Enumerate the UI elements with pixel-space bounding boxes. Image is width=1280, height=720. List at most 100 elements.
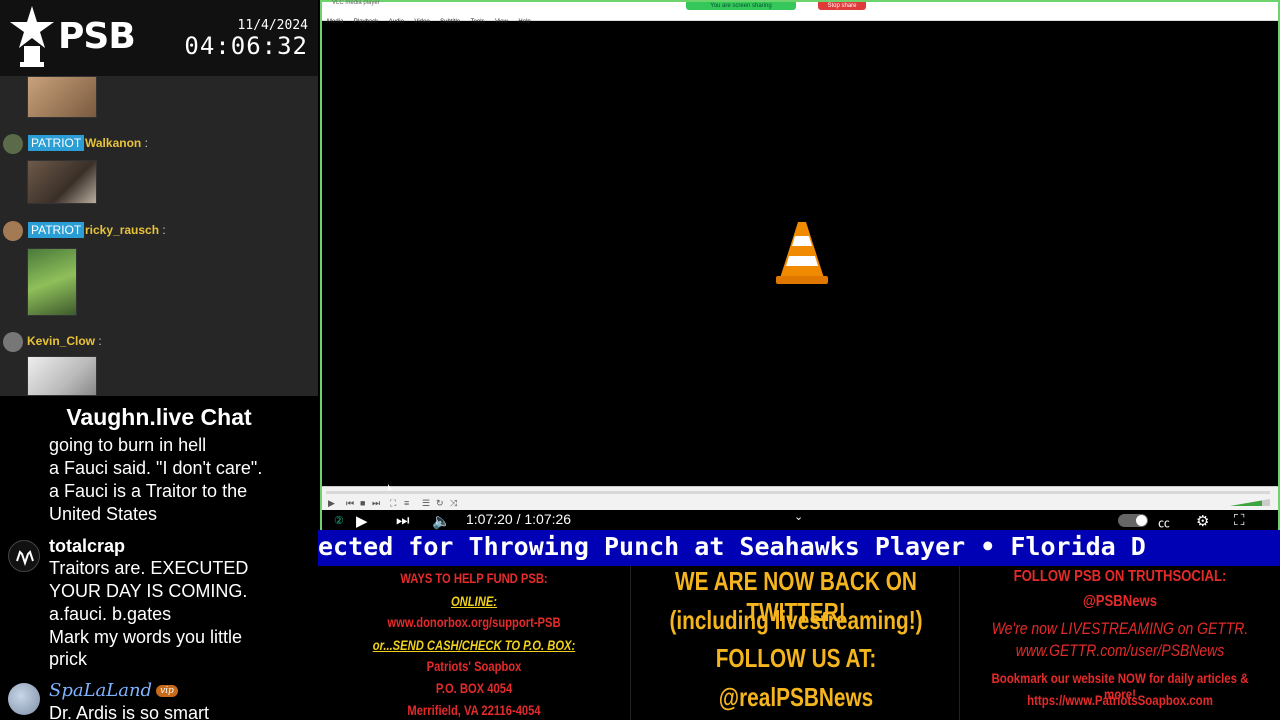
vlc-menubar: Media Playback Audio Video Subtitle Tool… <box>322 10 1278 25</box>
news-ticker: ected for Throwing Punch at Seahawks Pla… <box>318 530 1280 566</box>
avatar <box>3 221 23 241</box>
menu-audio[interactable]: Audio <box>389 17 404 28</box>
vlc-fullscreen-icon[interactable]: ⛶ <box>390 498 396 509</box>
avatar <box>8 683 40 715</box>
menu-media[interactable]: Media <box>327 17 343 28</box>
chat-message-line: Mark my words you little <box>49 627 243 647</box>
chat-message-line: Dr. Ardis is so smart <box>49 703 210 720</box>
menu-subtitle[interactable]: Subtitle <box>440 17 460 28</box>
info-panels: WAYS TO HELP FUND PSB: ONLINE: www.donor… <box>318 566 1280 720</box>
menu-list: Media Playback Audio Video Subtitle Tool… <box>324 10 534 28</box>
truth-handle: @PSBNews <box>1082 593 1158 610</box>
stream-clock: 04:06:32 <box>184 32 308 60</box>
vlc-shuffle-icon[interactable]: ⤨ <box>450 498 457 509</box>
chat-username: ricky_rausch : <box>85 223 166 237</box>
truthsocial-panel: FOLLOW PSB ON TRUTHSOCIAL: @PSBNews We'r… <box>960 566 1280 720</box>
fund-address-3: Merrifield, VA 22116-4054 <box>407 702 541 718</box>
fund-address-2: P.O. BOX 4054 <box>435 680 513 696</box>
gettr-line-2: www.GETTR.com/user/PSBNews <box>1015 641 1225 660</box>
vlc-prev-icon[interactable]: ⏮ <box>346 498 354 509</box>
patriot-badge: PATRIOT <box>28 135 85 151</box>
vlc-cone-icon <box>776 222 828 284</box>
skip-next-icon[interactable]: ⏭ <box>396 512 410 529</box>
twitter-line-2: (including livestreaming!) <box>669 605 923 635</box>
chat-username: totalcrap <box>49 536 126 556</box>
menu-help[interactable]: Help <box>518 17 530 28</box>
menu-playback[interactable]: Playback <box>354 17 378 28</box>
vlc-next-icon[interactable]: ⏭ <box>372 498 380 509</box>
fund-online-label: ONLINE: <box>450 593 498 609</box>
stop-share-button[interactable]: Stop share <box>818 2 866 10</box>
chat-message-line: YOUR DAY IS COMING. <box>49 581 248 601</box>
volume-icon[interactable]: 🔈 <box>432 512 451 530</box>
twitter-panel: WE ARE NOW BACK ON TWITTER! (including l… <box>630 566 960 720</box>
fund-online-url: www.donorbox.org/support-PSB <box>387 614 561 630</box>
vlc-window: VLC media player You are screen sharing … <box>320 0 1280 532</box>
avatar <box>3 134 23 154</box>
username-text: Kevin_Clow <box>27 334 96 348</box>
vlc-titlebar: VLC media player You are screen sharing … <box>322 0 1278 10</box>
website-line-2: https://www.PatriotsSoapbox.com <box>1027 692 1213 708</box>
stream-date: 11/4/2024 <box>237 18 308 33</box>
seek-track <box>326 491 1270 494</box>
chat-image-gif <box>27 160 97 204</box>
vlc-window-title: VLC media player <box>332 0 380 6</box>
chevron-down-icon[interactable]: ⌄ <box>794 510 803 523</box>
patriot-badge: PATRIOT <box>28 222 85 238</box>
player-time: 1:07:20 / 1:07:26 <box>466 511 572 527</box>
chat-image-dog <box>27 76 97 118</box>
vlc-stop-icon[interactable]: ■ <box>360 498 365 508</box>
captions-icon[interactable]: ㏄ <box>1158 514 1170 531</box>
chat-username: SpaLaLand vip <box>49 680 178 701</box>
vaughn-chat-panel: Vaughn.live Chat going to burn in hell a… <box>0 396 318 720</box>
psb-star-logo-icon <box>10 6 54 67</box>
vlc-controls: ▶ ⏮ ■ ⏭ ⛶ ≡ ☰ ↻ ⤨ <box>322 496 1278 510</box>
screen: PSB 11/4/2024 04:06:32 PATRIOT Walkanon … <box>0 0 1280 720</box>
chat-username: Walkanon : <box>85 136 148 150</box>
headphones-icon <box>16 550 34 567</box>
fund-panel: WAYS TO HELP FUND PSB: ONLINE: www.donor… <box>318 566 630 720</box>
chat-message-line: prick <box>49 649 88 669</box>
chat-image-robot <box>27 248 77 316</box>
vlc-seek-bar[interactable] <box>322 486 1278 496</box>
vlc-volume-slider[interactable] <box>1230 499 1270 506</box>
fund-address-1: Patriots' Soapbox <box>426 658 522 674</box>
autoplay-toggle[interactable] <box>1118 514 1148 527</box>
avatar <box>3 332 23 352</box>
chat-message-line: a.fauci. b.gates <box>49 604 172 624</box>
username-text: Walkanon <box>85 136 142 150</box>
screen-share-indicator: You are screen sharing <box>686 2 796 10</box>
avatar <box>8 540 40 572</box>
player-control-bar: ② ▶ ⏭ 🔈 1:07:20 / 1:07:26 ⌄ ㏄ ⚙ ⛶ <box>322 510 1278 532</box>
chat-message-line: going to burn in hell <box>49 435 207 455</box>
vlc-play-icon[interactable]: ▶ <box>328 498 335 509</box>
brand-logo-text: PSB <box>58 16 136 57</box>
chat-message-line: United States <box>49 504 158 524</box>
player-badge-icon: ② <box>334 515 344 527</box>
username-text: SpaLaLand <box>49 680 153 701</box>
brand-header: PSB 11/4/2024 04:06:32 <box>0 0 318 76</box>
truth-heading: FOLLOW PSB ON TRUTHSOCIAL: <box>1013 568 1227 585</box>
twitter-handle: @realPSBNews <box>718 682 874 712</box>
username-colon: : <box>144 136 148 150</box>
menu-tools[interactable]: Tools <box>471 17 485 28</box>
gear-icon[interactable]: ⚙ <box>1196 512 1209 530</box>
menu-view[interactable]: View <box>495 17 508 28</box>
vlc-extended-icon[interactable]: ≡ <box>404 498 409 508</box>
mouse-cursor-icon <box>388 484 392 490</box>
vlc-loop-icon[interactable]: ↻ <box>436 498 444 509</box>
username-text: ricky_rausch <box>85 223 160 237</box>
play-icon[interactable]: ▶ <box>356 512 368 530</box>
fullscreen-icon[interactable]: ⛶ <box>1234 512 1245 529</box>
username-colon: : <box>98 334 102 348</box>
username-colon: : <box>162 223 166 237</box>
chat-panel-title: Vaughn.live Chat <box>66 404 252 430</box>
vlc-playlist-icon[interactable]: ☰ <box>422 498 430 509</box>
fund-mail-label: or...SEND CASH/CHECK TO P.O. BOX: <box>372 637 576 653</box>
fund-heading: WAYS TO HELP FUND PSB: <box>400 570 548 586</box>
left-sidebar: PSB 11/4/2024 04:06:32 PATRIOT Walkanon … <box>0 0 318 720</box>
chat-message-line: a Fauci said. "I don't care". <box>49 458 263 478</box>
vip-badge: vip <box>156 685 178 697</box>
gettr-line-1: We're now LIVESTREAMING on GETTR. <box>991 619 1249 638</box>
menu-video[interactable]: Video <box>414 17 429 28</box>
